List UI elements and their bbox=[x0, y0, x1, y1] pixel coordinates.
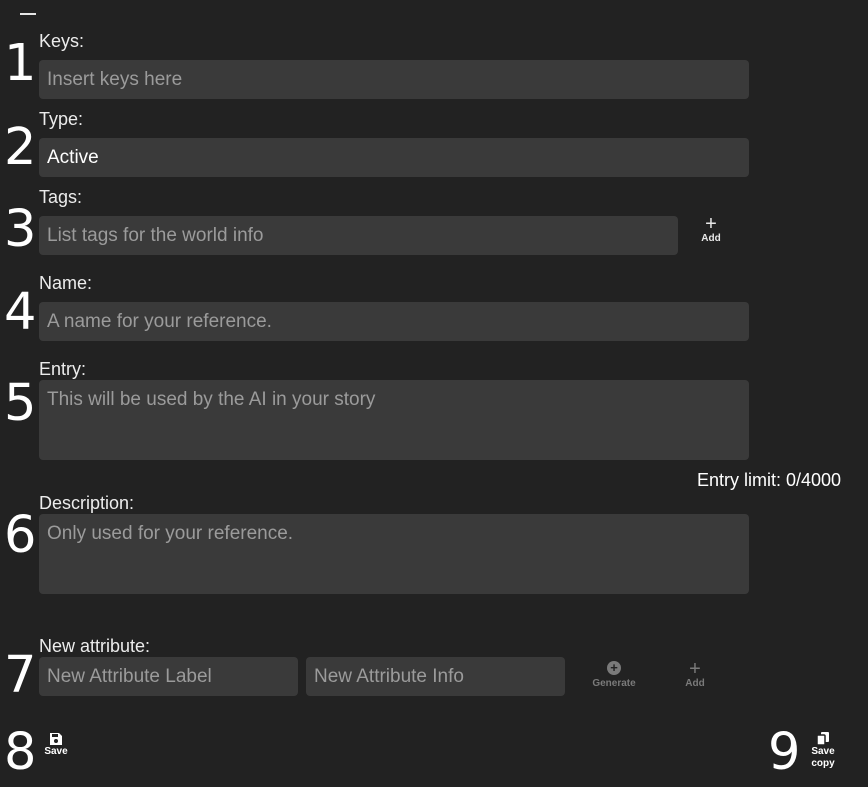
step-number-9: 9 bbox=[768, 723, 800, 782]
plus-icon: + bbox=[705, 213, 717, 235]
add-attribute-label: Add bbox=[685, 678, 705, 689]
tags-label: Tags: bbox=[39, 187, 83, 207]
save-copy-label-line2: copy bbox=[811, 758, 835, 769]
minimize-icon[interactable] bbox=[20, 13, 36, 15]
new-attribute-label: New attribute: bbox=[39, 636, 151, 656]
plus-circle-icon: + bbox=[607, 661, 621, 675]
step-number-8: 8 bbox=[4, 723, 36, 782]
description-placeholder: Only used for your reference. bbox=[47, 523, 294, 544]
step-number-6: 6 bbox=[4, 506, 36, 565]
name-input[interactable]: A name for your reference. bbox=[39, 302, 749, 341]
save-button[interactable]: Save bbox=[41, 732, 71, 757]
keys-placeholder: Insert keys here bbox=[47, 68, 183, 90]
copy-icon bbox=[816, 732, 829, 746]
type-label: Type: bbox=[39, 109, 84, 129]
name-placeholder: A name for your reference. bbox=[47, 310, 272, 332]
add-tag-label: Add bbox=[701, 233, 721, 244]
keys-input[interactable]: Insert keys here bbox=[39, 60, 749, 99]
entry-limit-counter: Entry limit: 0/4000 bbox=[697, 470, 842, 490]
attribute-info-input[interactable]: New Attribute Info bbox=[306, 657, 565, 696]
step-number-5: 5 bbox=[4, 374, 36, 433]
save-label: Save bbox=[44, 746, 68, 757]
description-label: Description: bbox=[39, 493, 135, 513]
entry-placeholder: This will be used by the AI in your stor… bbox=[47, 389, 376, 410]
floppy-disk-icon bbox=[50, 733, 62, 745]
step-number-1: 1 bbox=[4, 34, 36, 93]
add-attribute-button[interactable]: + Add bbox=[678, 658, 712, 689]
plus-icon: + bbox=[689, 658, 701, 680]
step-number-7: 7 bbox=[4, 646, 36, 705]
save-copy-label-line1: Save bbox=[811, 746, 835, 757]
description-textarea[interactable]: Only used for your reference. bbox=[39, 514, 749, 594]
type-value: Active bbox=[47, 146, 99, 168]
keys-label: Keys: bbox=[39, 31, 85, 51]
generate-button[interactable]: + Generate bbox=[587, 661, 641, 690]
type-select[interactable]: Active bbox=[39, 138, 749, 177]
tags-input[interactable]: List tags for the world info bbox=[39, 216, 678, 255]
attribute-info-placeholder: New Attribute Info bbox=[314, 665, 464, 687]
tags-placeholder: List tags for the world info bbox=[47, 224, 264, 246]
step-number-4: 4 bbox=[4, 283, 36, 342]
save-copy-button[interactable]: Save copy bbox=[806, 731, 840, 770]
step-number-2: 2 bbox=[4, 118, 36, 177]
attribute-label-input[interactable]: New Attribute Label bbox=[39, 657, 298, 696]
name-label: Name: bbox=[39, 273, 93, 293]
step-number-3: 3 bbox=[4, 200, 36, 259]
entry-label: Entry: bbox=[39, 359, 87, 379]
generate-label: Generate bbox=[592, 678, 636, 689]
add-tag-button[interactable]: + Add bbox=[694, 213, 728, 244]
entry-textarea[interactable]: This will be used by the AI in your stor… bbox=[39, 380, 749, 460]
attribute-label-placeholder: New Attribute Label bbox=[47, 665, 212, 687]
